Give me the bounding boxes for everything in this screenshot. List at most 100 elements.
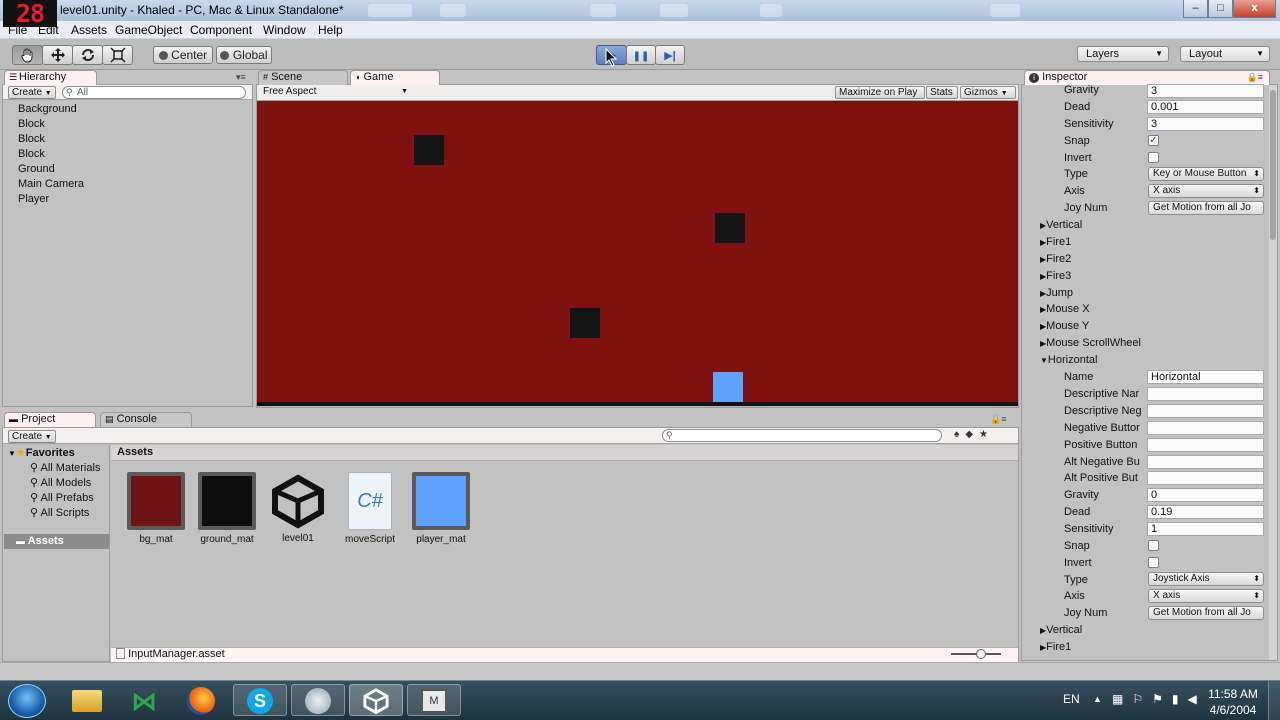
dead-field[interactable]: 0.19 <box>1147 505 1264 519</box>
axis-foldout[interactable]: ▶Mouse Y <box>1040 320 1089 332</box>
selected-asset-path[interactable]: InputManager.asset <box>116 648 225 660</box>
move-tool-button[interactable] <box>42 45 73 65</box>
positive-button-field[interactable] <box>1147 438 1264 452</box>
scale-tool-button[interactable] <box>102 45 133 65</box>
axis-foldout[interactable]: ▶Fire3 <box>1040 270 1071 282</box>
tab-hierarchy[interactable]: ☰ Hierarchy <box>4 70 97 85</box>
name-field[interactable]: Horizontal <box>1147 370 1264 384</box>
asset-movescript[interactable]: C# moveScript <box>340 472 400 545</box>
hierarchy-item[interactable]: Block <box>18 133 45 145</box>
rotate-tool-button[interactable] <box>72 45 103 65</box>
axis-foldout[interactable]: ▶Fire1 <box>1040 236 1071 248</box>
clock-date[interactable]: 4/6/2004 <box>1206 703 1260 717</box>
horizontal-foldout[interactable]: ▼Horizontal <box>1040 354 1097 366</box>
axis-dropdown[interactable]: X axis ⬍ <box>1148 184 1264 198</box>
hierarchy-item[interactable]: Main Camera <box>18 178 84 190</box>
project-search-input[interactable]: ⚲ <box>662 429 942 442</box>
favorites-item[interactable]: ⚲ All Scripts <box>30 506 89 519</box>
invert-checkbox[interactable] <box>1148 557 1159 568</box>
invert-checkbox[interactable] <box>1148 152 1159 163</box>
favorite-star-icon[interactable]: ★ <box>979 429 994 440</box>
taskbar-unity[interactable] <box>349 684 403 716</box>
tray-icons[interactable]: ▦⚐⚑▮◀ <box>1112 692 1206 706</box>
pivot-center-toggle[interactable]: Center <box>153 46 213 64</box>
snap-checkbox[interactable] <box>1148 540 1159 551</box>
sensitivity-field[interactable]: 1 <box>1147 522 1264 536</box>
minimize-button[interactable]: – <box>1183 0 1208 18</box>
tray-expand-icon[interactable]: ▲ <box>1093 694 1102 704</box>
tray-volume-icon[interactable]: ◀ <box>1187 692 1205 706</box>
aspect-dropdown[interactable]: Free Aspect ▼ <box>260 86 411 99</box>
favorites-item[interactable]: ⚲ All Models <box>30 476 91 489</box>
gravity-field[interactable]: 3 <box>1147 84 1264 98</box>
axis-foldout[interactable]: ▶Vertical <box>1040 624 1082 636</box>
menu-component[interactable]: Component <box>190 23 252 37</box>
negative-button-field[interactable] <box>1147 421 1264 435</box>
close-button[interactable]: x <box>1233 0 1276 18</box>
hierarchy-item[interactable]: Block <box>18 118 45 130</box>
descriptive-name-field[interactable] <box>1147 387 1264 401</box>
type-dropdown[interactable]: Key or Mouse Button ⬍ <box>1148 167 1264 181</box>
joynum-dropdown[interactable]: Get Motion from all Jo <box>1148 201 1264 215</box>
dead-field[interactable]: 0.001 <box>1147 100 1264 114</box>
space-global-toggle[interactable]: Global <box>216 46 272 64</box>
axis-foldout[interactable]: ▶Mouse X <box>1040 303 1090 315</box>
hand-tool-button[interactable] <box>12 45 43 65</box>
tray-signal-icon[interactable]: ▮ <box>1172 692 1188 706</box>
tab-project[interactable]: ▬ Project <box>4 412 96 427</box>
tray-app-icon[interactable]: ▦ <box>1112 692 1132 706</box>
asset-player-mat[interactable]: player_mat <box>411 472 471 545</box>
descriptive-negative-field[interactable] <box>1147 404 1264 418</box>
language-indicator[interactable]: EN <box>1063 692 1080 706</box>
asset-bg-mat[interactable]: bg_mat <box>126 472 186 545</box>
gizmos-dropdown[interactable]: Gizmos ▼ <box>960 86 1016 99</box>
snap-checkbox[interactable]: ✓ <box>1148 135 1159 146</box>
taskbar-visual-studio[interactable]: ⋈ <box>117 684 171 716</box>
project-create-dropdown[interactable]: Create ▼ <box>8 430 56 443</box>
pause-button[interactable]: ❚❚ <box>626 45 656 65</box>
asset-level01[interactable]: level01 <box>268 472 328 544</box>
maximize-button[interactable]: □ <box>1208 0 1233 18</box>
lock-icon[interactable]: 🔒≡ <box>990 414 1006 425</box>
taskbar-skype[interactable]: S <box>233 684 287 716</box>
clock-time[interactable]: 11:58 AM <box>1206 687 1260 701</box>
taskbar-firefox[interactable] <box>174 684 228 716</box>
hierarchy-item[interactable]: Background <box>18 103 77 115</box>
type-dropdown[interactable]: Joystick Axis ⬍ <box>1148 572 1264 586</box>
assets-breadcrumb[interactable]: Assets <box>117 446 153 458</box>
maximize-on-play-toggle[interactable]: Maximize on Play <box>835 86 925 99</box>
tab-game[interactable]: ◖ Game <box>350 70 440 85</box>
project-filter-buttons[interactable]: ♠◆★ <box>954 429 1012 443</box>
tab-inspector[interactable]: i Inspector 🔒≡ <box>1024 70 1270 85</box>
sensitivity-field[interactable]: 3 <box>1147 117 1264 131</box>
tray-flag-icon[interactable]: ⚑ <box>1152 692 1172 706</box>
alt-negative-field[interactable] <box>1147 455 1264 469</box>
favorites-item[interactable]: ⚲ All Materials <box>30 461 100 474</box>
gravity-field[interactable]: 0 <box>1147 488 1264 502</box>
tab-console[interactable]: ▤ Console <box>100 412 192 427</box>
menu-gameobject[interactable]: GameObject <box>115 23 182 37</box>
taskbar-monodevelop[interactable]: M <box>407 684 461 716</box>
show-desktop-button[interactable] <box>1268 681 1280 720</box>
menu-window[interactable]: Window <box>263 23 306 37</box>
hierarchy-search-input[interactable]: ⚲ All <box>62 86 246 99</box>
axis-dropdown[interactable]: X axis ⬍ <box>1148 589 1264 603</box>
inspector-scrollbar-thumb[interactable] <box>1270 90 1276 240</box>
assets-root-item[interactable]: ▬ Assets <box>16 535 64 547</box>
taskbar-media[interactable] <box>291 684 345 716</box>
hierarchy-item[interactable]: Block <box>18 148 45 160</box>
favorites-item[interactable]: ⚲ All Prefabs <box>30 491 94 504</box>
filter-type-icon[interactable]: ♠ <box>954 429 965 440</box>
menu-help[interactable]: Help <box>318 23 343 37</box>
icon-size-slider-thumb[interactable] <box>976 649 986 659</box>
tab-scene[interactable]: # Scene <box>258 70 348 85</box>
joynum-dropdown[interactable]: Get Motion from all Jo <box>1148 606 1264 620</box>
axis-foldout[interactable]: ▶Mouse ScrollWheel <box>1040 337 1141 349</box>
layers-dropdown[interactable]: Layers ▼ <box>1077 46 1169 62</box>
axis-foldout[interactable]: ▶Fire2 <box>1040 253 1071 265</box>
taskbar-explorer[interactable] <box>60 684 114 716</box>
lock-icon[interactable]: 🔒≡ <box>1247 71 1263 84</box>
tray-network-icon[interactable]: ⚐ <box>1132 692 1152 706</box>
alt-positive-field[interactable] <box>1147 471 1264 485</box>
hierarchy-item[interactable]: Player <box>18 193 49 205</box>
